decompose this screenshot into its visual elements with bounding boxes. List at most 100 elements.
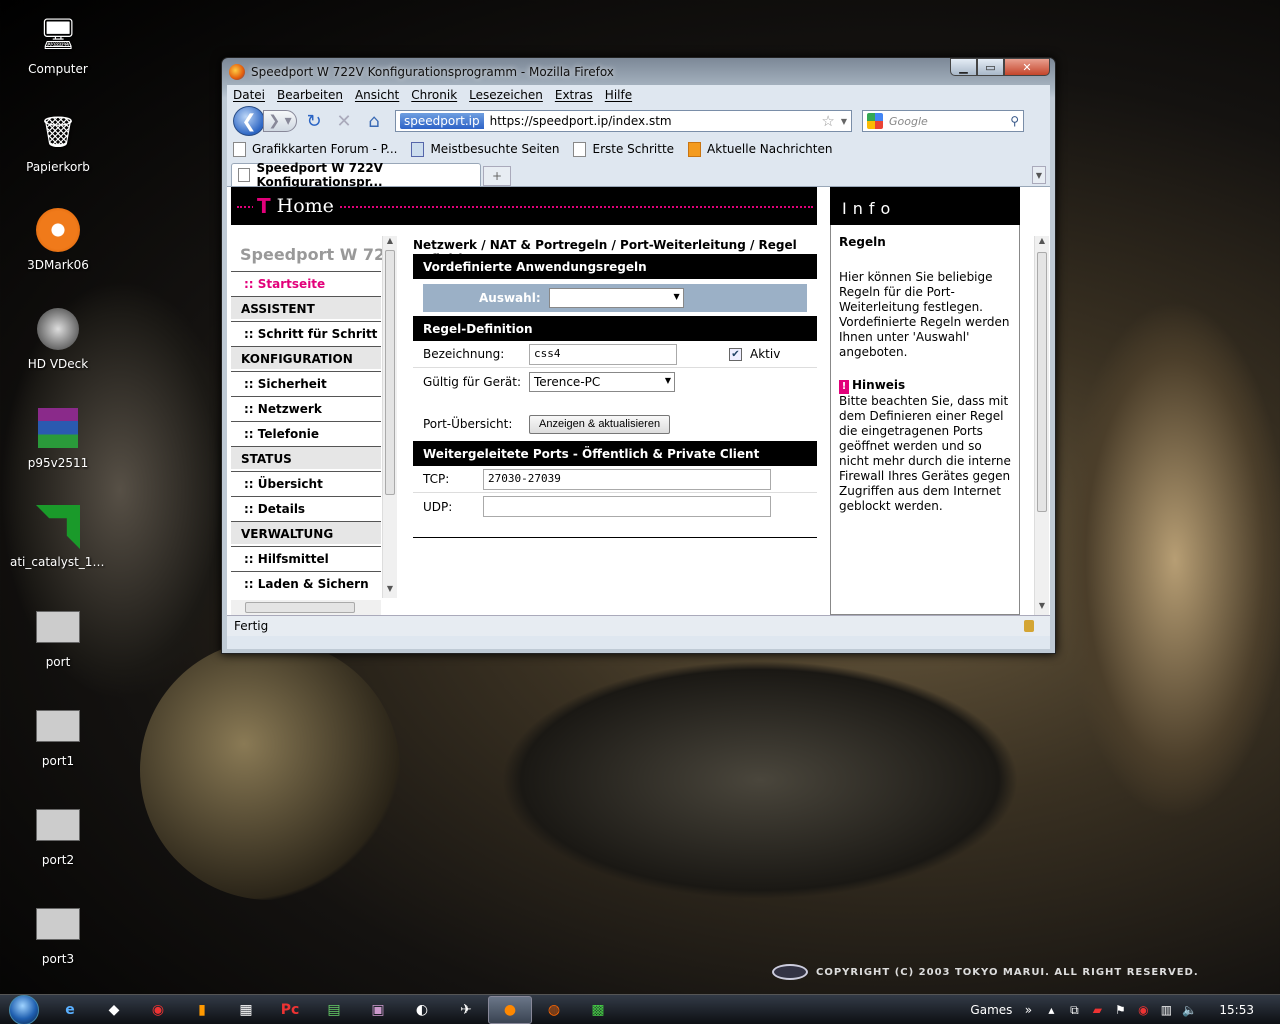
maximize-button[interactable]: ▭ [977, 58, 1004, 76]
sidebar-scrollbar[interactable]: ▲ ▼ [382, 236, 397, 598]
auswahl-label: Auswahl: [479, 291, 541, 305]
close-button[interactable]: ✕ [1004, 58, 1050, 76]
page-scroll-thumb[interactable] [1037, 252, 1047, 512]
menu-bearbeiten[interactable]: Bearbeiten [277, 88, 343, 102]
taskbar-desktop[interactable]: ◆ [92, 996, 136, 1024]
forward-button[interactable]: ❯ ▾ [263, 110, 297, 132]
site-identity-badge[interactable]: speedport.ip [400, 113, 484, 129]
volume-icon[interactable]: 🔈 [1182, 1003, 1197, 1017]
auswahl-select[interactable] [548, 288, 684, 308]
nav-laden-sichern[interactable]: :: Laden & Sichern [231, 571, 381, 596]
nav-details[interactable]: :: Details [231, 496, 381, 521]
taskbar-app3[interactable]: ▦ [224, 996, 268, 1024]
menu-lesezeichen[interactable]: Lesezeichen [469, 88, 543, 102]
menu-datei[interactable]: Datei [233, 88, 265, 102]
desktop-icon-p95[interactable]: p95v2511 [10, 404, 106, 470]
tab-speedport[interactable]: Speedport W 722V Konfigurationspr... [231, 161, 481, 189]
bookmarks-toolbar: Grafikkarten Forum - P... Meistbesuchte … [227, 137, 1050, 161]
menu-chronik[interactable]: Chronik [411, 88, 457, 102]
menu-hilfe[interactable]: Hilfe [605, 88, 632, 102]
new-tab-button[interactable]: + [483, 166, 511, 186]
nav-telefonie[interactable]: :: Telefonie [231, 421, 381, 446]
stop-button[interactable]: ✕ [331, 109, 357, 133]
taskbar-app2[interactable]: ▮ [180, 996, 224, 1024]
bookmark-erste-schritte[interactable]: Erste Schritte [573, 141, 674, 157]
url-dropdown-icon[interactable]: ▼ [841, 117, 847, 126]
bookmark-nachrichten[interactable]: Aktuelle Nachrichten [688, 141, 832, 157]
bookmark-grafikkarten[interactable]: Grafikkarten Forum - P... [233, 141, 397, 157]
desktop-icon-hdvdeck[interactable]: HD VDeck [10, 305, 106, 371]
clock[interactable]: 15:53 [1219, 1003, 1254, 1017]
menu-ansicht[interactable]: Ansicht [355, 88, 399, 102]
desktop-icon-ati-catalyst[interactable]: ati_catalyst_10.4a_p... [10, 503, 106, 569]
desktop-icon-port2[interactable]: port2 [10, 801, 106, 867]
scroll-down-icon[interactable]: ▼ [383, 584, 397, 598]
taskbar-app9[interactable]: ◍ [532, 996, 576, 1024]
scroll-up-icon[interactable]: ▲ [1035, 236, 1049, 250]
home-button[interactable]: ⌂ [361, 109, 387, 133]
taskbar-app10[interactable]: ▩ [576, 996, 620, 1024]
taskbar-app7[interactable]: ◐ [400, 996, 444, 1024]
tab-list-button[interactable]: ▼ [1032, 166, 1046, 184]
image-file-icon [34, 702, 82, 750]
title-bar[interactable]: Speedport W 722V Konfigurationsprogramm … [227, 58, 1050, 85]
system-tray: Games » ▴ ⧉ ▰ ⚑ ◉ ▥ 🔈 15:53 [970, 995, 1280, 1024]
lock-icon[interactable] [1024, 620, 1034, 632]
google-icon[interactable] [867, 113, 883, 129]
page-scrollbar[interactable]: ▲ ▼ [1034, 236, 1049, 615]
search-icon[interactable]: ⚲ [1010, 114, 1019, 128]
desktop-icon-recycle-bin[interactable]: 🗑 Papierkorb [10, 108, 106, 175]
home-link[interactable]: Home [274, 195, 340, 217]
bezeichnung-input[interactable]: css4 [529, 343, 677, 365]
taskbar-app4[interactable]: Pc [268, 996, 312, 1024]
search-input[interactable]: Google [889, 115, 1004, 128]
nav-startseite[interactable]: :: Startseite [231, 271, 381, 296]
url-bar[interactable]: speedport.ip https://speedport.ip/index.… [395, 110, 852, 132]
taskbar-ie[interactable]: e [48, 996, 92, 1024]
nav-hilfsmittel[interactable]: :: Hilfsmittel [231, 546, 381, 571]
udp-input[interactable] [483, 496, 771, 517]
taskbar-app8[interactable]: ✈ [444, 996, 488, 1024]
desktop-icon-port[interactable]: port [10, 603, 106, 669]
steam-icon: ◐ [415, 1001, 429, 1018]
anzeigen-aktualisieren-button[interactable]: Anzeigen & aktualisieren [529, 414, 671, 434]
geraet-select[interactable]: Terence-PC [529, 371, 675, 392]
minimize-button[interactable]: ▁ [950, 58, 977, 76]
start-button[interactable] [0, 994, 48, 1024]
nav-netzwerk[interactable]: :: Netzwerk [231, 396, 381, 421]
connection-icon[interactable]: ▥ [1159, 1003, 1173, 1017]
url-text[interactable]: https://speedport.ip/index.stm [490, 114, 816, 128]
antivirus-tray-icon[interactable]: ◉ [1136, 1003, 1150, 1017]
nav-sicherheit[interactable]: :: Sicherheit [231, 371, 381, 396]
desktop-icon-port1[interactable]: port1 [10, 702, 106, 768]
toolbar-expand-icon[interactable]: » [1021, 1003, 1035, 1017]
desktop-icon-3dmark[interactable]: 3DMark06 [10, 206, 106, 272]
back-button[interactable]: ❮ [233, 106, 265, 136]
aktiv-checkbox[interactable]: ✔ [729, 347, 742, 361]
sidebar-scroll-thumb[interactable] [385, 250, 395, 495]
tray-expand-icon[interactable]: ▴ [1044, 1003, 1058, 1017]
tab-bar: Speedport W 722V Konfigurationspr... + ▼ [227, 161, 1050, 189]
taskbar-app1[interactable]: ◉ [136, 996, 180, 1024]
search-box[interactable]: Google ⚲ [862, 110, 1024, 132]
desktop-icon-computer[interactable]: 🖥 Computer [10, 10, 106, 77]
taskbar-app5[interactable]: ▤ [312, 996, 356, 1024]
network-icon[interactable]: ⧉ [1067, 1003, 1081, 1017]
reload-button[interactable]: ↻ [301, 109, 327, 133]
menu-extras[interactable]: Extras [555, 88, 593, 102]
bookmark-star-icon[interactable]: ☆ [821, 112, 834, 130]
nav-uebersicht[interactable]: :: Übersicht [231, 471, 381, 496]
nav-schritt-fuer-schritt[interactable]: :: Schritt für Schritt [231, 321, 381, 346]
desktop-icon-port3[interactable]: port3 [10, 900, 106, 966]
scroll-up-icon[interactable]: ▲ [383, 236, 397, 250]
taskbar-firefox[interactable]: ● [488, 995, 532, 1024]
tcp-input[interactable]: 27030-27039 [483, 468, 771, 490]
taskbar-app6[interactable]: ▣ [356, 996, 400, 1024]
ati-tray-icon[interactable]: ▰ [1090, 1003, 1104, 1017]
sidebar-hscroll-thumb[interactable] [245, 602, 355, 613]
scroll-down-icon[interactable]: ▼ [1035, 601, 1049, 615]
sidebar-hscrollbar[interactable] [231, 600, 381, 615]
games-toolbar-label[interactable]: Games [970, 1003, 1012, 1017]
bookmark-meistbesuchte[interactable]: Meistbesuchte Seiten [411, 141, 559, 157]
flag-icon[interactable]: ⚑ [1113, 1003, 1127, 1017]
